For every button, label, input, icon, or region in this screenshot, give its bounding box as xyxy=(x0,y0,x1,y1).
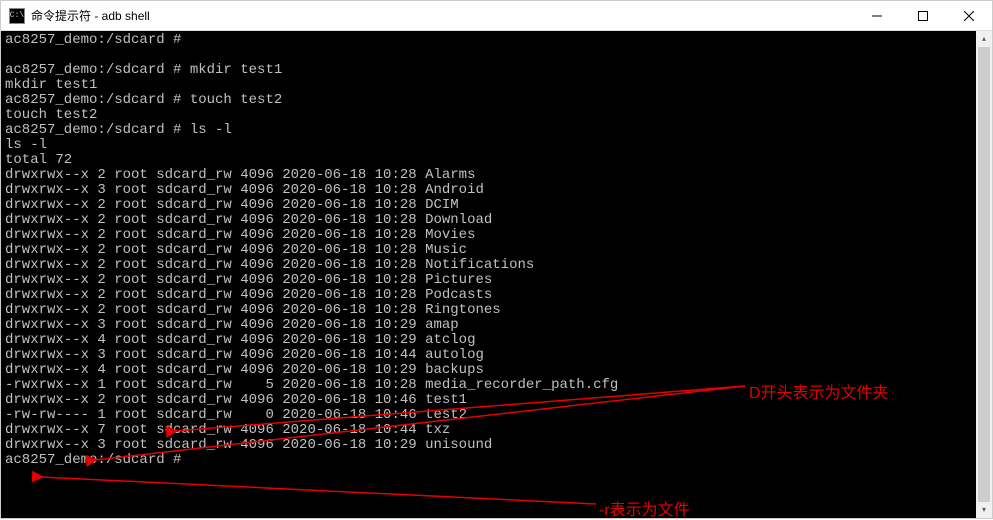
cmd-window: C:\ 命令提示符 - adb shell ac8257_demo:/sdcar… xyxy=(0,0,993,519)
terminal-line: drwxrwx--x 2 root sdcard_rw 4096 2020-06… xyxy=(5,303,988,318)
terminal-line xyxy=(5,48,988,63)
terminal-line: drwxrwx--x 2 root sdcard_rw 4096 2020-06… xyxy=(5,243,988,258)
terminal-line: drwxrwx--x 2 root sdcard_rw 4096 2020-06… xyxy=(5,168,988,183)
terminal-line: drwxrwx--x 2 root sdcard_rw 4096 2020-06… xyxy=(5,228,988,243)
terminal-line: drwxrwx--x 2 root sdcard_rw 4096 2020-06… xyxy=(5,213,988,228)
window-title: 命令提示符 - adb shell xyxy=(31,7,854,24)
scroll-down-button[interactable]: ▾ xyxy=(976,502,992,518)
maximize-button[interactable] xyxy=(900,1,946,30)
terminal-line: ac8257_demo:/sdcard # ls -l xyxy=(5,123,988,138)
terminal-line: ac8257_demo:/sdcard # xyxy=(5,453,988,468)
vertical-scrollbar[interactable]: ▴ ▾ xyxy=(976,31,992,518)
terminal-line: drwxrwx--x 2 root sdcard_rw 4096 2020-06… xyxy=(5,393,988,408)
terminal-line: drwxrwx--x 3 root sdcard_rw 4096 2020-06… xyxy=(5,318,988,333)
terminal-line: drwxrwx--x 2 root sdcard_rw 4096 2020-06… xyxy=(5,273,988,288)
terminal-area[interactable]: ac8257_demo:/sdcard # ac8257_demo:/sdcard… xyxy=(1,31,992,518)
scroll-thumb[interactable] xyxy=(978,47,990,502)
cmd-icon: C:\ xyxy=(9,8,25,24)
terminal-line: ls -l xyxy=(5,138,988,153)
terminal-line: drwxrwx--x 2 root sdcard_rw 4096 2020-06… xyxy=(5,288,988,303)
terminal-line: -rw-rw---- 1 root sdcard_rw 0 2020-06-18… xyxy=(5,408,988,423)
terminal-line: ac8257_demo:/sdcard # xyxy=(5,33,988,48)
window-controls xyxy=(854,1,992,30)
scroll-up-button[interactable]: ▴ xyxy=(976,31,992,47)
scroll-track[interactable] xyxy=(976,47,992,502)
terminal-line: drwxrwx--x 4 root sdcard_rw 4096 2020-06… xyxy=(5,333,988,348)
minimize-button[interactable] xyxy=(854,1,900,30)
close-button[interactable] xyxy=(946,1,992,30)
terminal-line: drwxrwx--x 2 root sdcard_rw 4096 2020-06… xyxy=(5,198,988,213)
terminal-line: ac8257_demo:/sdcard # mkdir test1 xyxy=(5,63,988,78)
terminal-line: touch test2 xyxy=(5,108,988,123)
terminal-line: drwxrwx--x 3 root sdcard_rw 4096 2020-06… xyxy=(5,438,988,453)
titlebar[interactable]: C:\ 命令提示符 - adb shell xyxy=(1,1,992,31)
terminal-line: drwxrwx--x 3 root sdcard_rw 4096 2020-06… xyxy=(5,348,988,363)
terminal-line: drwxrwx--x 7 root sdcard_rw 4096 2020-06… xyxy=(5,423,988,438)
terminal-line: drwxrwx--x 2 root sdcard_rw 4096 2020-06… xyxy=(5,258,988,273)
terminal-line: ac8257_demo:/sdcard # touch test2 xyxy=(5,93,988,108)
terminal-line: -rwxrwx--x 1 root sdcard_rw 5 2020-06-18… xyxy=(5,378,988,393)
terminal-line: drwxrwx--x 4 root sdcard_rw 4096 2020-06… xyxy=(5,363,988,378)
terminal-output: ac8257_demo:/sdcard # ac8257_demo:/sdcard… xyxy=(5,33,988,468)
terminal-line: total 72 xyxy=(5,153,988,168)
terminal-line: mkdir test1 xyxy=(5,78,988,93)
terminal-line: drwxrwx--x 3 root sdcard_rw 4096 2020-06… xyxy=(5,183,988,198)
